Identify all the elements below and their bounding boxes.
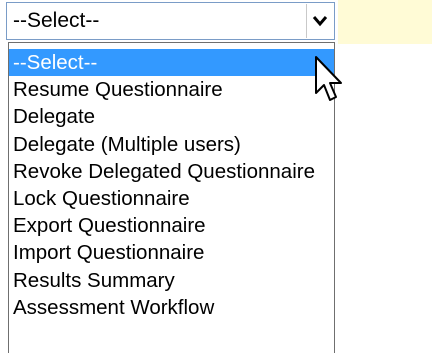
action-select[interactable]: --Select-- xyxy=(6,2,335,40)
option-delegate-multiple-users[interactable]: Delegate (Multiple users) xyxy=(9,131,334,158)
option-export-questionnaire[interactable]: Export Questionnaire xyxy=(9,212,334,239)
option-select-placeholder[interactable]: --Select-- xyxy=(9,49,334,77)
page-background-strip xyxy=(338,0,432,44)
dropdown-arrow-button[interactable] xyxy=(306,4,333,38)
option-delegate[interactable]: Delegate xyxy=(9,103,334,130)
option-assessment-workflow[interactable]: Assessment Workflow xyxy=(9,294,334,321)
screen: --Select-- --Select-- Resume Questionnai… xyxy=(0,0,432,353)
dropdown-options-list[interactable]: --Select-- Resume Questionnaire Delegate… xyxy=(8,42,335,353)
chevron-down-icon xyxy=(312,16,328,27)
option-resume-questionnaire[interactable]: Resume Questionnaire xyxy=(9,76,334,103)
option-import-questionnaire[interactable]: Import Questionnaire xyxy=(9,239,334,266)
option-lock-questionnaire[interactable]: Lock Questionnaire xyxy=(9,185,334,212)
option-results-summary[interactable]: Results Summary xyxy=(9,267,334,294)
mouse-pointer-icon xyxy=(315,56,342,101)
select-current-value: --Select-- xyxy=(13,9,100,32)
option-revoke-delegated-questionnaire[interactable]: Revoke Delegated Questionnaire xyxy=(9,158,334,185)
